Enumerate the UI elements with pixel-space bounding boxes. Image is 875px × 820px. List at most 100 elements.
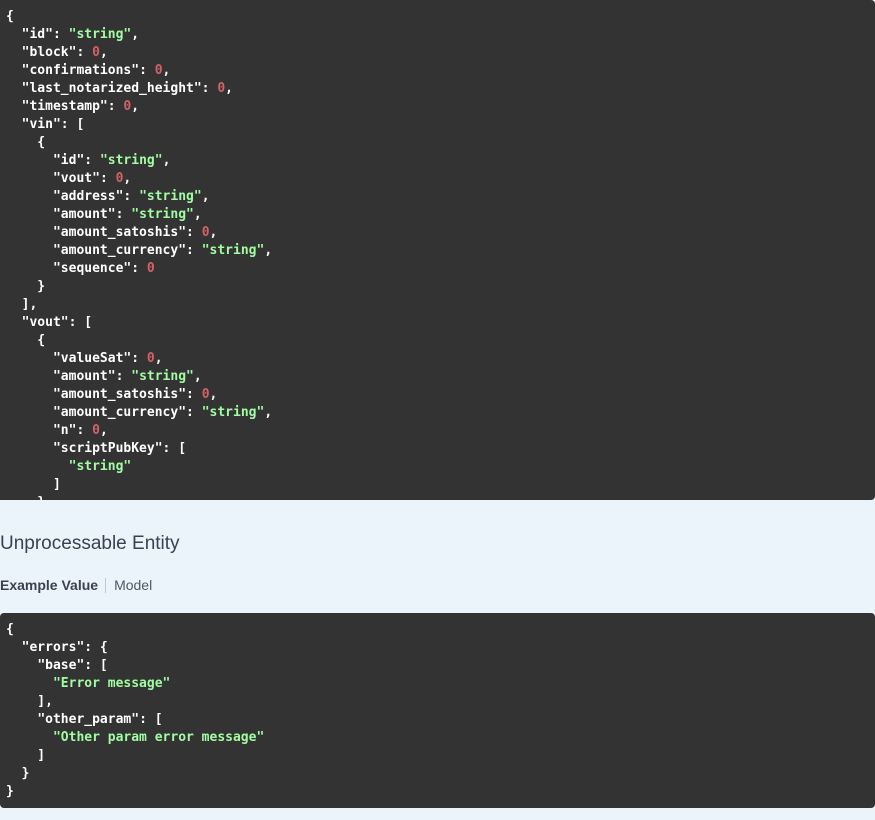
- json-punctuation: [6, 640, 22, 655]
- tab-model[interactable]: Model: [114, 576, 152, 594]
- json-punctuation: [6, 207, 53, 222]
- code-line: {: [6, 8, 875, 26]
- json-punctuation: [6, 658, 37, 673]
- json-punctuation: :: [99, 171, 116, 186]
- json-punctuation: [6, 81, 22, 96]
- json-punctuation: :: [186, 405, 202, 420]
- json-key: "amount": [52, 369, 116, 384]
- json-punctuation: ,: [131, 27, 140, 42]
- code-line: {: [6, 621, 875, 639]
- json-punctuation: {: [6, 333, 46, 348]
- json-punctuation: ],: [6, 297, 38, 312]
- json-punctuation: [6, 441, 53, 456]
- json-punctuation: {: [6, 622, 14, 637]
- json-punctuation: ,: [162, 153, 171, 168]
- json-punctuation: ,: [264, 243, 273, 258]
- code-line: "block": 0,: [6, 44, 875, 62]
- json-key: "amount_currency": [52, 243, 187, 258]
- json-number-value: 0: [201, 225, 210, 240]
- tab-example-value[interactable]: Example Value: [0, 576, 98, 594]
- json-punctuation: ,: [99, 423, 108, 438]
- json-punctuation: :: [76, 45, 93, 60]
- json-key: "amount_currency": [52, 405, 187, 420]
- json-punctuation: }: [6, 784, 14, 799]
- json-punctuation: ,: [193, 207, 202, 222]
- tab-divider: [105, 577, 107, 593]
- success-example-code-block[interactable]: { "id": "string", "block": 0, "confirmat…: [0, 0, 875, 500]
- json-punctuation: :: [115, 369, 132, 384]
- json-key: "errors": [21, 640, 85, 655]
- json-punctuation: {: [6, 135, 46, 150]
- json-punctuation: [6, 459, 69, 474]
- json-punctuation: :: [52, 27, 69, 42]
- json-punctuation: [6, 63, 22, 78]
- json-punctuation: :: [139, 63, 155, 78]
- code-line: "id": "string",: [6, 152, 875, 170]
- json-punctuation: [6, 99, 22, 114]
- json-key: "sequence": [52, 261, 132, 276]
- json-punctuation: : {: [84, 640, 108, 655]
- json-punctuation: {: [6, 9, 14, 24]
- json-key: "vout": [52, 171, 100, 186]
- json-punctuation: :: [76, 423, 93, 438]
- json-key: "other_param": [37, 712, 140, 727]
- json-string-value: "string": [99, 153, 163, 168]
- json-punctuation: [6, 730, 53, 745]
- code-line: "other_param": [: [6, 711, 875, 729]
- code-line: "address": "string",: [6, 188, 875, 206]
- json-punctuation: :: [201, 81, 218, 96]
- code-line: "valueSat": 0,: [6, 350, 875, 368]
- json-key: "base": [37, 658, 85, 673]
- json-punctuation: [6, 369, 53, 384]
- json-punctuation: ,: [99, 45, 108, 60]
- code-line: ],: [6, 296, 875, 314]
- json-punctuation: }: [6, 279, 46, 294]
- json-punctuation: [6, 225, 53, 240]
- json-string-value: "Other param error message": [52, 730, 265, 745]
- example-model-tabs: Example Value Model: [0, 576, 152, 594]
- json-punctuation: ]: [6, 748, 46, 763]
- json-key: "amount_satoshis": [52, 387, 187, 402]
- json-punctuation: [6, 405, 53, 420]
- code-line: ],: [6, 693, 875, 711]
- json-key: "confirmations": [21, 63, 140, 78]
- code-line: "last_notarized_height": 0,: [6, 80, 875, 98]
- json-number-value: 0: [201, 387, 210, 402]
- json-key: "timestamp": [21, 99, 108, 114]
- json-key: "last_notarized_height": [21, 81, 202, 96]
- json-punctuation: : [: [162, 441, 187, 456]
- json-punctuation: ,: [131, 99, 140, 114]
- json-key: "id": [21, 27, 53, 42]
- code-line: ]: [6, 476, 875, 494]
- json-punctuation: ],: [6, 694, 53, 709]
- json-punctuation: ,: [201, 189, 210, 204]
- code-line: {: [6, 332, 875, 350]
- json-punctuation: ,: [154, 351, 163, 366]
- json-number-value: 0: [92, 423, 100, 438]
- json-punctuation: [6, 243, 53, 258]
- json-number-value: 0: [217, 81, 226, 96]
- code-line: "timestamp": 0,: [6, 98, 875, 116]
- json-punctuation: :: [186, 225, 202, 240]
- code-line: "vin": [: [6, 116, 875, 134]
- code-line: ]: [6, 747, 875, 765]
- code-line: {: [6, 134, 875, 152]
- json-number-value: 0: [146, 351, 155, 366]
- json-punctuation: :: [123, 189, 140, 204]
- code-line: "Error message": [6, 675, 875, 693]
- json-punctuation: [6, 676, 53, 691]
- json-punctuation: : [: [68, 315, 93, 330]
- json-key: "n": [52, 423, 77, 438]
- json-key: "amount": [52, 207, 116, 222]
- json-punctuation: [6, 189, 53, 204]
- json-key: "amount_satoshis": [52, 225, 187, 240]
- json-punctuation: : [: [60, 117, 85, 132]
- json-punctuation: ,: [209, 387, 218, 402]
- error-example-code-block[interactable]: { "errors": { "base": [ "Error message" …: [0, 613, 875, 808]
- json-string-value: "Error message": [52, 676, 171, 691]
- code-line: "sequence": 0: [6, 260, 875, 278]
- json-punctuation: : [: [84, 658, 108, 673]
- json-punctuation: [6, 117, 22, 132]
- json-punctuation: :: [115, 207, 132, 222]
- code-line: "confirmations": 0,: [6, 62, 875, 80]
